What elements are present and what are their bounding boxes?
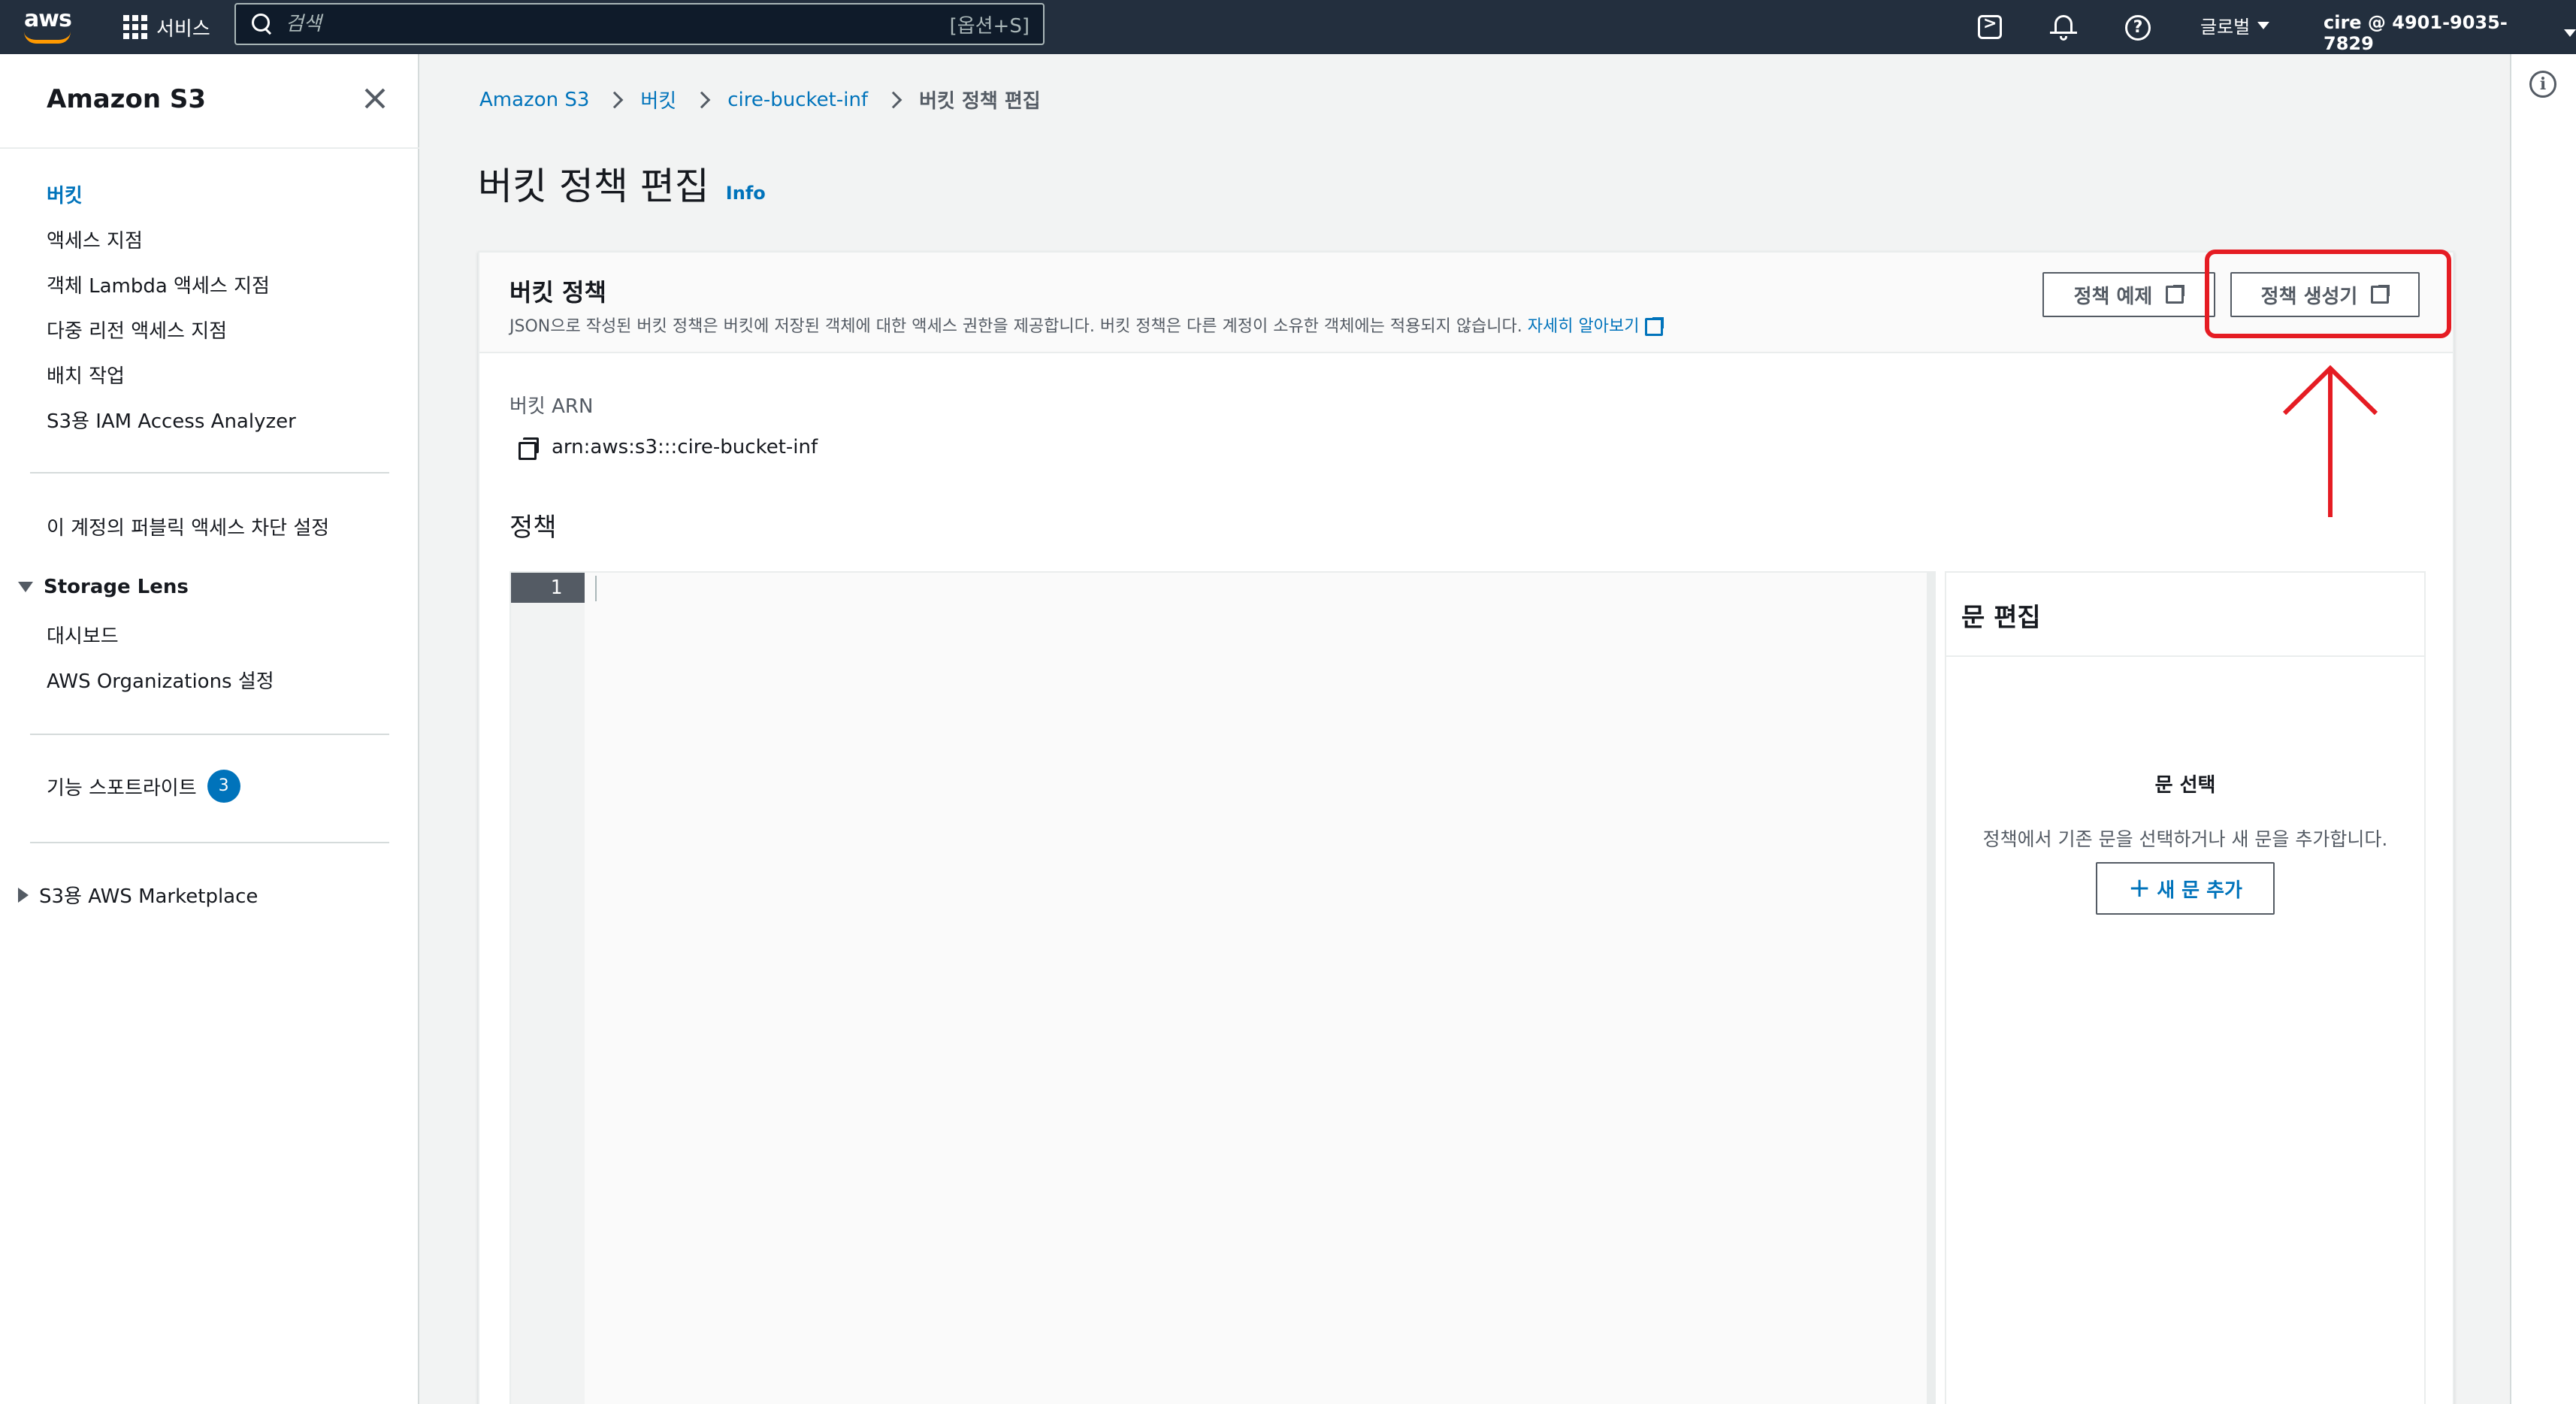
line-number: 1 [511, 573, 585, 603]
search-shortcut-hint: [옵션+S] [949, 14, 1029, 38]
sidebar: Amazon S3 버킷 액세스 지점 객체 Lambda 액세스 지점 다중 … [0, 54, 419, 1404]
grid-icon [123, 15, 147, 39]
editor-resize-handle[interactable] [1928, 571, 1936, 1404]
external-link-icon [2166, 285, 2185, 304]
statement-panel-title: 문 편집 [1961, 603, 2041, 633]
caret-down-icon [2564, 29, 2576, 37]
help-panel-rail: i [2510, 54, 2576, 1404]
breadcrumb-link-s3[interactable]: Amazon S3 [479, 89, 589, 111]
info-link[interactable]: Info [726, 183, 766, 204]
statement-panel-header: 문 편집 [1946, 573, 2424, 657]
chevron-right-icon [606, 91, 624, 108]
add-new-statement-button[interactable]: + 새 문 추가 [2096, 862, 2275, 915]
sidebar-item-iam-analyzer[interactable]: S3용 IAM Access Analyzer [47, 406, 296, 434]
sidebar-item-access-points[interactable]: 액세스 지점 [47, 225, 143, 253]
sidebar-item-batch-ops[interactable]: 배치 작업 [47, 361, 125, 389]
editor-gutter [511, 573, 585, 1404]
services-menu-button[interactable]: 서비스 [123, 9, 210, 45]
panel-description-text: JSON으로 작성된 버킷 정책은 버킷에 저장된 객체에 대한 액세스 권한을… [509, 317, 1522, 336]
chevron-right-icon [884, 91, 903, 108]
plus-icon: + [2128, 873, 2151, 903]
storage-lens-group[interactable]: Storage Lens [18, 576, 189, 598]
annotation-highlight-box [2205, 250, 2451, 338]
sidebar-item-public-access-block[interactable]: 이 계정의 퍼블릭 액세스 차단 설정 [47, 513, 329, 540]
account-label: cire @ 4901-9035-7829 [2324, 12, 2508, 54]
text-cursor [595, 576, 597, 601]
breadcrumb-link-bucket[interactable]: cire-bucket-inf [727, 89, 868, 111]
policy-json-editor[interactable]: 1 [509, 571, 1928, 1404]
search-bar[interactable]: [옵션+S] [234, 3, 1045, 45]
sidebar-title[interactable]: Amazon S3 [47, 84, 206, 114]
bucket-arn-label: 버킷 ARN [509, 395, 594, 418]
statement-edit-panel: 문 편집 문 선택 정책에서 기존 문을 선택하거나 새 문을 추가합니다. +… [1945, 571, 2426, 1404]
breadcrumb-link-buckets[interactable]: 버킷 [640, 86, 676, 113]
search-icon [249, 11, 275, 37]
sidebar-item-object-lambda[interactable]: 객체 Lambda 액세스 지점 [47, 271, 270, 298]
count-badge: 3 [207, 770, 240, 803]
aws-logo-smile [24, 32, 71, 44]
policy-examples-button[interactable]: 정책 예제 [2042, 272, 2215, 317]
bucket-policy-panel: 버킷 정책 JSON으로 작성된 버킷 정책은 버킷에 저장된 객체에 대한 액… [478, 251, 2454, 1404]
marketplace-label: S3용 AWS Marketplace [39, 885, 259, 908]
region-selector[interactable]: 글로벌 [2200, 12, 2270, 38]
sidebar-item-multi-region[interactable]: 다중 리전 액세스 지점 [47, 316, 227, 343]
bucket-arn-value: arn:aws:s3:::cire-bucket-inf [552, 436, 818, 458]
breadcrumb-current: 버킷 정책 편집 [919, 90, 1041, 113]
copy-icon[interactable] [519, 437, 539, 460]
services-label: 서비스 [156, 17, 210, 41]
chevron-right-icon [693, 91, 711, 108]
page-title-text: 버킷 정책 편집 [478, 165, 709, 208]
breadcrumb: Amazon S3 버킷 cire-bucket-inf 버킷 정책 편집 [479, 86, 1041, 113]
panel-title: 버킷 정책 [509, 278, 606, 307]
add-new-statement-label: 새 문 추가 [2157, 879, 2242, 902]
region-label: 글로벌 [2200, 17, 2251, 38]
statement-select-heading: 문 선택 [2154, 774, 2216, 797]
panel-header: 버킷 정책 JSON으로 작성된 버킷 정책은 버킷에 저장된 객체에 대한 액… [479, 253, 2453, 353]
bucket-arn-row: arn:aws:s3:::cire-bucket-inf [519, 436, 818, 460]
sidebar-item-feature-spotlight[interactable]: 기능 스포트라이트 3 [47, 770, 240, 803]
learn-more-label: 자세히 알아보기 [1527, 317, 1640, 336]
expand-right-icon [18, 887, 29, 903]
sidebar-separator [30, 842, 389, 843]
notifications-bell-icon[interactable] [2047, 11, 2080, 44]
statement-select-description: 정책에서 기존 문을 선택하거나 새 문을 추가합니다. [1982, 828, 2388, 850]
marketplace-group[interactable]: S3용 AWS Marketplace [18, 881, 258, 909]
external-link-icon [1645, 317, 1664, 336]
caret-down-icon [2257, 21, 2270, 29]
account-menu[interactable]: cire @ 4901-9035-7829 [2324, 12, 2576, 54]
expand-down-icon [18, 582, 33, 592]
sidebar-item-organizations[interactable]: AWS Organizations 설정 [47, 666, 274, 694]
statement-empty-state: 문 선택 정책에서 기존 문을 선택하거나 새 문을 추가합니다. + 새 문 … [1946, 770, 2424, 915]
sidebar-item-dashboards[interactable]: 대시보드 [47, 621, 119, 649]
sidebar-separator [30, 472, 389, 474]
search-input[interactable] [286, 13, 950, 35]
cloudshell-icon[interactable] [1973, 11, 2006, 44]
policy-examples-label: 정책 예제 [2073, 285, 2153, 308]
page-title: 버킷 정책 편집 Info [478, 156, 766, 210]
panel-description: JSON으로 작성된 버킷 정책은 버킷에 저장된 객체에 대한 액세스 권한을… [509, 313, 1664, 337]
info-icon[interactable]: i [2529, 71, 2556, 98]
learn-more-link[interactable]: 자세히 알아보기 [1528, 317, 1664, 336]
policy-label: 정책 [509, 513, 557, 543]
annotation-arrow-icon [2282, 365, 2378, 517]
aws-logo[interactable]: aws [23, 6, 77, 45]
help-icon[interactable]: ? [2121, 11, 2154, 44]
aws-logo-text: aws [24, 6, 72, 32]
sidebar-item-buckets[interactable]: 버킷 [47, 180, 83, 208]
sidebar-separator [30, 734, 389, 735]
close-icon[interactable] [362, 86, 388, 111]
feature-spotlight-label: 기능 스포트라이트 [47, 776, 197, 800]
sidebar-divider [0, 147, 419, 149]
top-navigation: aws 서비스 [옵션+S] ? 글로벌 cire @ 4901-9035-78… [0, 0, 2576, 54]
storage-lens-label: Storage Lens [44, 576, 189, 598]
